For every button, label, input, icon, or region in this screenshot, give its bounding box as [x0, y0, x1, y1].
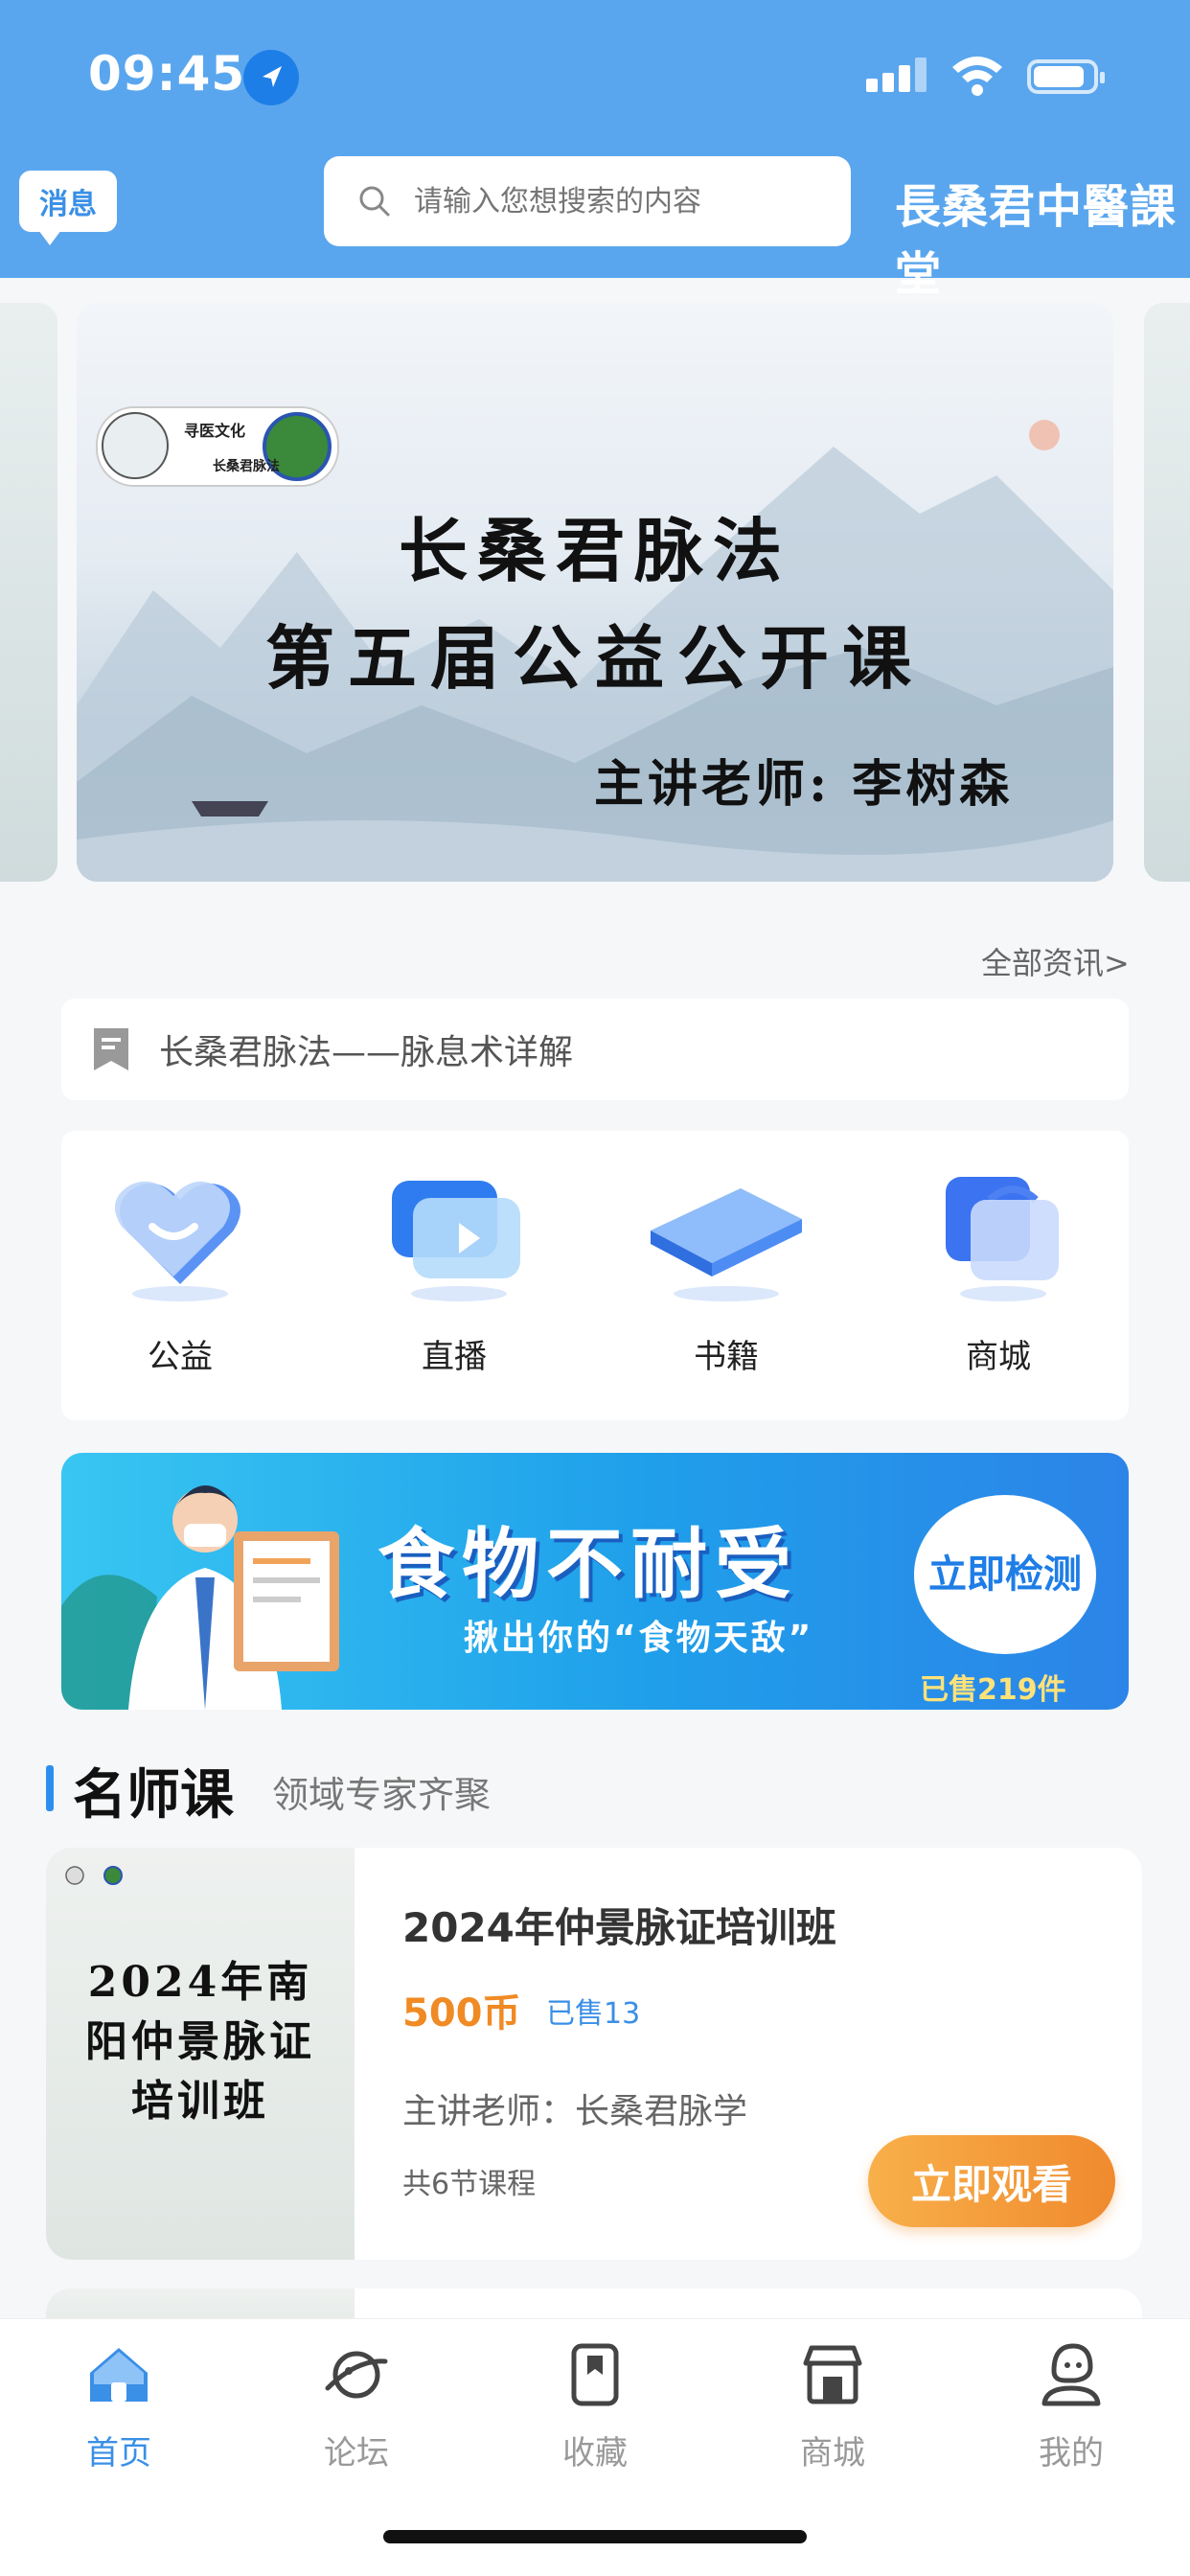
- shopping-bag-icon: [917, 1150, 1080, 1313]
- tab-favorites[interactable]: 收藏: [518, 2340, 672, 2473]
- message-button[interactable]: 消息: [19, 171, 117, 245]
- battery-icon: [1027, 59, 1105, 94]
- search-bar[interactable]: [324, 156, 851, 246]
- brand-logo: 長桑君中醫課堂: [895, 180, 1178, 301]
- tab-forum[interactable]: 论坛: [280, 2340, 433, 2473]
- banner-title-line1: 长桑君脉法: [398, 510, 791, 591]
- ad-title: 食物不耐受: [378, 1520, 799, 1609]
- category-label: 书籍: [694, 1338, 759, 1376]
- banner-speaker: 主讲老师: 李树森: [594, 755, 1014, 814]
- heart-icon: [99, 1150, 262, 1313]
- book-icon: [645, 1150, 808, 1313]
- course-price: 500币: [402, 1991, 521, 2036]
- course-thumbnail-text: 2024年南阳仲景脉证培训班: [85, 1958, 315, 2126]
- category-label: 公益: [148, 1338, 213, 1376]
- status-time: 09:45: [88, 46, 246, 102]
- home-indicator[interactable]: [383, 2530, 807, 2543]
- bookmark-flag-icon: [94, 1028, 128, 1070]
- section-title: 名师课: [73, 1764, 234, 1827]
- course-card[interactable]: 2024年南阳仲景脉证培训班 2024年仲景脉证培训班 500币 已售13 主讲…: [46, 1848, 1142, 2260]
- search-icon: [359, 186, 390, 217]
- store-icon: [803, 2345, 862, 2404]
- watch-now-button[interactable]: 立即观看: [868, 2135, 1115, 2227]
- food-intolerance-ad[interactable]: 食物不耐受 揪出你的“食物天敌” 立即检测 已售219件: [61, 1453, 1129, 1710]
- news-headline-text: 长桑君脉法——脉息术详解: [159, 1033, 574, 1072]
- live-play-icon: [373, 1150, 536, 1313]
- cellular-signal-icon: [866, 58, 931, 92]
- tab-label: 商城: [800, 2434, 865, 2472]
- profile-icon: [1041, 2343, 1101, 2406]
- category-mall[interactable]: 商城: [903, 1150, 1094, 1377]
- banner-prev-peek[interactable]: [0, 303, 57, 882]
- doctor-illustration: [61, 1485, 339, 1710]
- section-accent-bar: [46, 1765, 54, 1811]
- bookmark-icon: [571, 2343, 619, 2406]
- category-charity[interactable]: 公益: [84, 1150, 276, 1377]
- planet-icon: [325, 2351, 388, 2399]
- tab-home[interactable]: 首页: [42, 2340, 195, 2473]
- tab-label: 我的: [1039, 2434, 1104, 2472]
- tab-mall[interactable]: 商城: [756, 2340, 909, 2473]
- course-sold-count: 已售13: [546, 1997, 641, 2031]
- tab-label: 论坛: [324, 2434, 389, 2472]
- section-subtitle: 领域专家齐聚: [272, 1774, 492, 1816]
- course-title: 2024年仲景脉证培训班: [402, 1904, 836, 1951]
- banner-next-peek[interactable]: [1144, 303, 1190, 882]
- promo-banner[interactable]: 寻医文化 长桑君脉法 长桑君脉法 第五届公益公开课 主讲老师: 李树森: [77, 303, 1113, 882]
- category-grid: 公益 直播 书籍 商城: [61, 1131, 1129, 1420]
- news-headline-bar[interactable]: 长桑君脉法——脉息术详解: [61, 999, 1129, 1100]
- all-news-link[interactable]: 全部资讯>: [981, 939, 1130, 983]
- tab-label: 首页: [86, 2434, 151, 2472]
- course-teacher: 主讲老师：长桑君脉学: [402, 2092, 748, 2131]
- location-arrow-icon: [243, 50, 299, 105]
- banner-logo-text-2: 长桑君脉法: [213, 459, 280, 474]
- course-lesson-count: 共6节课程: [402, 2168, 537, 2201]
- thumbnail-logo: [65, 1866, 123, 1885]
- course-thumbnail: 2024年南阳仲景脉证培训班: [46, 1848, 355, 2260]
- category-live[interactable]: 直播: [358, 1150, 550, 1377]
- category-label: 直播: [422, 1338, 487, 1376]
- banner-logo-text-1: 寻医文化: [184, 422, 246, 440]
- tab-profile[interactable]: 我的: [995, 2340, 1148, 2473]
- ad-subtitle: 揪出你的“食物天敌”: [464, 1619, 814, 1658]
- search-input[interactable]: [412, 183, 818, 219]
- banner-title-line2: 第五届公益公开课: [264, 617, 925, 699]
- banner-logo: 寻医文化 长桑君脉法: [96, 406, 339, 487]
- wifi-icon: [949, 52, 1006, 100]
- home-icon: [90, 2348, 148, 2402]
- ad-sold-count: 已售219件: [920, 1673, 1066, 1707]
- message-label: 消息: [39, 188, 97, 221]
- category-books[interactable]: 书籍: [630, 1150, 822, 1377]
- tab-label: 收藏: [562, 2434, 628, 2472]
- detect-now-button[interactable]: 立即检测: [914, 1495, 1096, 1654]
- category-label: 商城: [966, 1338, 1031, 1376]
